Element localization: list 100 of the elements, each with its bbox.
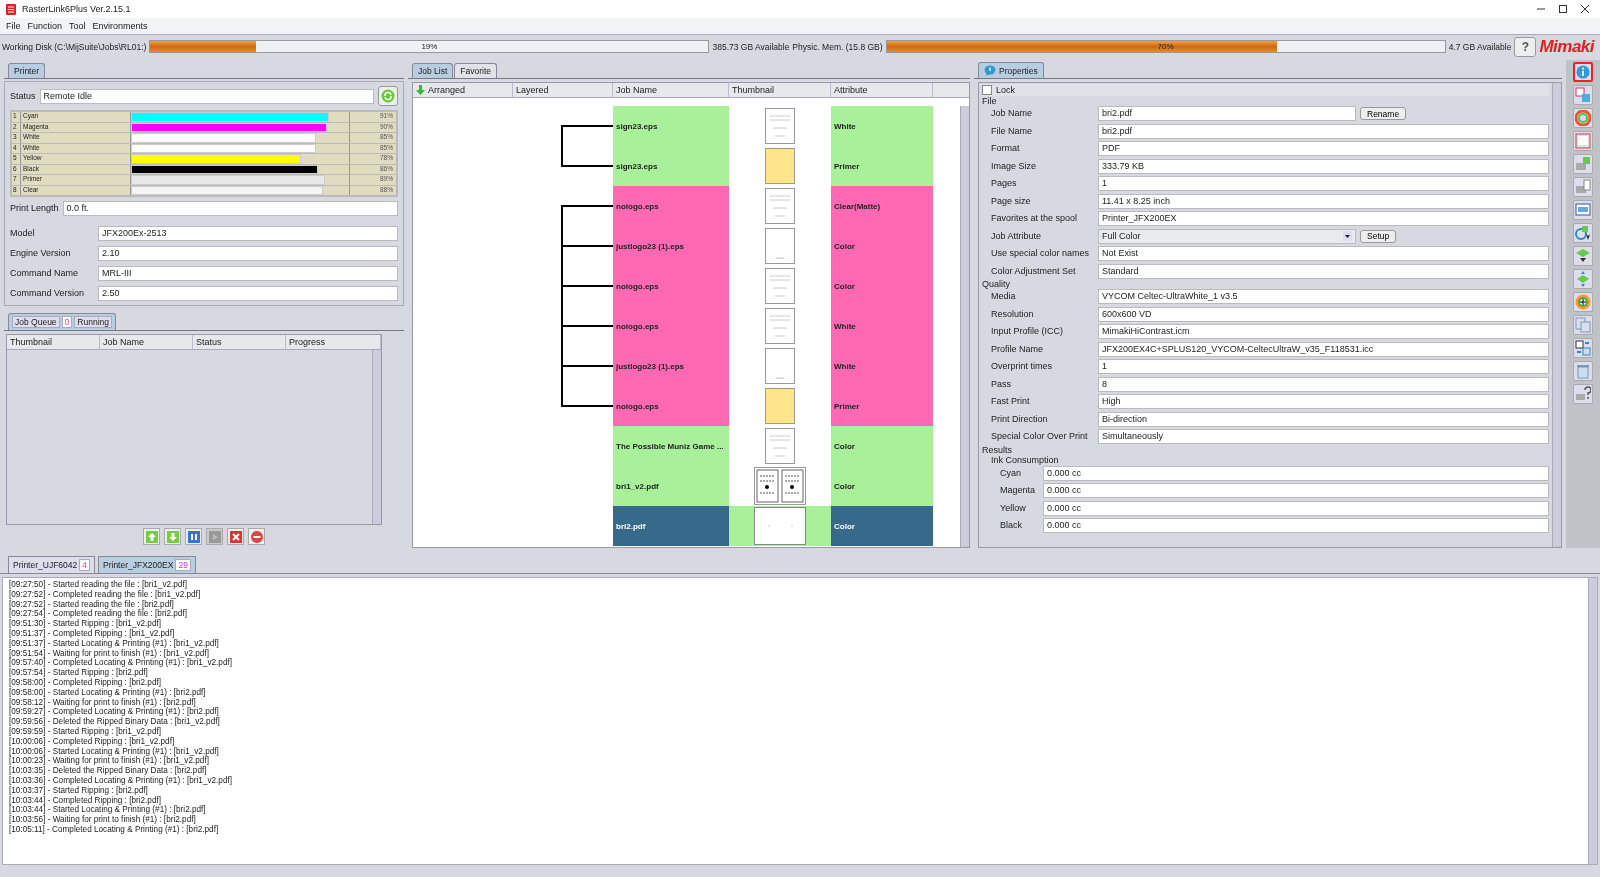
property-field: MimakiHiContrast.icm	[1098, 324, 1549, 340]
job-name-cell: bri1_v2.pdf	[613, 466, 729, 506]
property-field: 0.000 cc	[1043, 500, 1549, 516]
menu-item[interactable]: Tool	[69, 21, 86, 31]
attribute-cell: Color	[831, 226, 933, 266]
printer-tab[interactable]: Printer_JFX200EX 29	[98, 556, 196, 573]
job-name-cell: sign23.eps	[613, 146, 729, 186]
job-row[interactable]: justlogo23 (1).eps White	[413, 346, 960, 386]
printer-tab[interactable]: Printer_UJF6042 4	[8, 556, 95, 573]
tree-line	[561, 125, 613, 146]
log-entry: [09:59:59] - Started Ripping : [bri1_v2.pdf]	[9, 726, 163, 737]
layout-icon	[1575, 87, 1591, 103]
lock-checkbox[interactable]	[982, 85, 992, 95]
job-name-cell: The Possible Muniz Game ...	[613, 426, 729, 466]
column-header[interactable]: Status	[193, 335, 286, 349]
job-name-field[interactable]: bri2.pdf	[1098, 106, 1356, 122]
job-list-tab[interactable]: Job List	[412, 63, 454, 78]
copy-icon	[1575, 317, 1591, 333]
property-label: Format	[991, 142, 1021, 155]
toolbar-button[interactable]	[1573, 200, 1593, 220]
scrollbar[interactable]	[372, 350, 381, 524]
job-row[interactable]: justlogo23 (1).eps Color	[413, 226, 960, 266]
menu-item[interactable]: Environments	[92, 21, 148, 31]
log-entry: [09:57:54] - Started Ripping : [bri2.pdf]	[9, 668, 149, 678]
menu-item[interactable]: Function	[27, 21, 63, 31]
property-field: Printer_JFX200EX	[1098, 211, 1549, 227]
job-row[interactable]: sign23.eps White	[413, 106, 960, 146]
attribute-cell: Color	[831, 466, 933, 506]
properties-tab[interactable]: Properties	[978, 62, 1044, 78]
column-title: Thumbnail	[732, 85, 775, 95]
queue-action-button[interactable]	[143, 528, 160, 545]
monitor-icon	[1575, 202, 1591, 218]
tree-line	[561, 266, 613, 306]
refresh-button[interactable]	[378, 86, 398, 106]
job-row[interactable]: nologo.eps Clear(Matte)	[413, 186, 960, 226]
scrollbar[interactable]	[1588, 578, 1597, 864]
attribute-cell: White	[831, 306, 933, 346]
column-header[interactable]: Thumbnail	[729, 83, 831, 97]
toolbar-button[interactable]	[1573, 85, 1593, 105]
toolbar-button[interactable]	[1573, 292, 1593, 312]
print-length-field: 0.0 ft.	[62, 201, 398, 216]
attribute-cell: Color	[831, 426, 933, 466]
property-label: Overprint times	[991, 360, 1053, 373]
property-label: Job Name	[991, 107, 1034, 120]
queue-action-button[interactable]	[164, 528, 181, 545]
job-queue-tab[interactable]: Job Queue 0 Running	[8, 313, 116, 330]
job-row[interactable]: bri2.pdf Color	[413, 506, 960, 546]
setup-button[interactable]: Setup	[1360, 229, 1397, 243]
move-up-icon	[145, 530, 158, 543]
caret-icon	[1343, 231, 1352, 242]
job-row[interactable]: nologo.eps Color	[413, 266, 960, 306]
log-entry: [10:03:37] - Started Ripping : [bri2.pdf]	[9, 785, 149, 796]
property-label: Special Color Over Print	[991, 430, 1089, 443]
property-label: Fast Print	[991, 395, 1031, 408]
column-header[interactable]: Layered	[513, 83, 613, 97]
job-row[interactable]: The Possible Muniz Game ... Color	[413, 426, 960, 466]
column-header[interactable]: Thumbnail	[7, 335, 100, 349]
toolbar-button[interactable]	[1573, 338, 1593, 358]
job-row[interactable]: nologo.eps White	[413, 306, 960, 346]
help-button[interactable]: ?	[1514, 36, 1537, 57]
scrollbar[interactable]	[1552, 83, 1561, 547]
property-field: 0.000 cc	[1043, 483, 1549, 499]
printer-tab[interactable]: Printer	[8, 63, 46, 78]
job-row[interactable]: nologo.eps Primer	[413, 386, 960, 426]
job-row[interactable]: bri1_v2.pdf Color	[413, 466, 960, 506]
job-attribute-dropdown[interactable]: Full Color	[1098, 228, 1356, 244]
rename-button[interactable]: Rename	[1360, 107, 1407, 121]
log-entry: [09:51:37] - Started Locating & Printing (#1) : [bri1_v2.pdf]	[9, 638, 220, 649]
log-entry: [10:00:06] - Completed Ripping : [bri1_v2.pdf]	[9, 736, 176, 747]
toolbar-button[interactable]	[1573, 108, 1593, 128]
job-name-cell: justlogo23 (1).eps	[613, 346, 729, 386]
info-label: Model	[10, 227, 36, 240]
column-header[interactable]: Job Name	[613, 83, 729, 97]
log-entry: [10:05:11] - Completed Locating & Printing (#1) : [bri2.pdf]	[9, 824, 220, 835]
info-field: 2.50	[98, 286, 398, 301]
maximize-icon[interactable]	[1558, 4, 1568, 14]
property-field: 11.41 x 8.25 inch	[1098, 193, 1549, 209]
job-row[interactable]: sign23.eps Primer	[413, 146, 960, 186]
logo: Mimaki	[1539, 36, 1596, 57]
toolbar-button[interactable]	[1573, 131, 1593, 151]
queue-action-button[interactable]	[227, 528, 244, 545]
menu-item[interactable]: File	[6, 21, 21, 31]
property-field: Bi-direction	[1098, 411, 1549, 427]
attribute-cell: Primer	[831, 386, 933, 426]
close-icon[interactable]	[1580, 4, 1590, 14]
arrow-down-icon	[416, 85, 425, 95]
info-field: 2.10	[98, 246, 398, 261]
scrollbar[interactable]	[960, 106, 969, 547]
property-field: 1	[1098, 176, 1549, 192]
column-header[interactable]: Job Name	[100, 335, 193, 349]
toolbar-button[interactable]	[1573, 62, 1593, 82]
column-header[interactable]: Attribute	[831, 83, 933, 97]
queue-action-button[interactable]	[185, 528, 202, 545]
toolbar-button[interactable]	[1573, 246, 1593, 266]
column-header[interactable]: Progress	[286, 335, 381, 349]
property-field: JFX200EX4C+SPLUS120_VYCOM-CeltecUltraW_v35_F118531.icc	[1098, 341, 1549, 357]
column-header[interactable]: Arranged	[413, 83, 513, 97]
property-field: bri2.pdf	[1098, 123, 1549, 139]
queue-action-button[interactable]	[248, 528, 265, 545]
job-list-tab[interactable]: Favorite	[454, 63, 497, 78]
